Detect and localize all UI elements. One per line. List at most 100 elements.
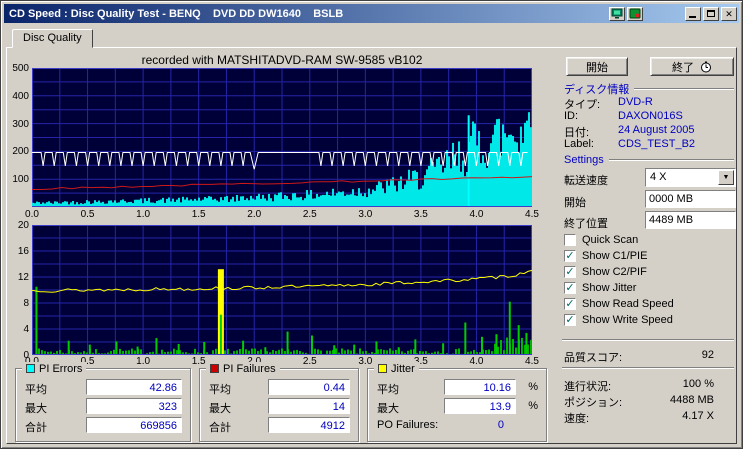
- checkbox-box[interactable]: ✓: [564, 266, 576, 278]
- row-label: PO Failures:: [377, 419, 439, 431]
- disc-type-value: DVD-R: [618, 96, 653, 108]
- pi-errors-y-axis: 500 400 300 200 100: [3, 63, 29, 207]
- title-bar[interactable]: CD Speed : Disc Quality Test - BENQ DVD …: [4, 4, 739, 23]
- tick-label: 3.5: [413, 209, 428, 220]
- row-label: 最大: [377, 403, 399, 415]
- checkbox-box[interactable]: ✓: [564, 298, 576, 310]
- close-icon: ✕: [725, 8, 733, 19]
- tick-label: 4.0: [469, 209, 484, 220]
- pi-errors-swatch: [26, 364, 35, 373]
- jitter-max-value: 13.9: [444, 398, 516, 414]
- start-position-input[interactable]: [645, 190, 736, 208]
- speed-select[interactable]: 4 X ▼: [645, 168, 736, 187]
- pif-jitter-x-axis: 0.00.51.01.52.02.53.03.54.04.5: [25, 356, 542, 368]
- checkbox-quick-scan[interactable]: Quick Scan: [564, 233, 638, 247]
- tick-label: 4.5: [525, 209, 539, 220]
- tick-label: 2.5: [302, 209, 317, 220]
- pi-errors-total-value: 669856: [86, 417, 182, 433]
- tick-label: 400: [12, 90, 29, 102]
- quality-score-value: 92: [701, 349, 714, 361]
- recorded-with-text: recorded with MATSHITADVD-RAM SW-9585 vB…: [141, 53, 423, 67]
- tick-label: 3.0: [358, 209, 373, 220]
- row-label: 最大: [209, 403, 231, 415]
- jitter-average-value: 10.16: [444, 379, 516, 395]
- exit-button[interactable]: 終了: [650, 57, 734, 76]
- clock-icon: [700, 61, 712, 73]
- jitter-panel: Jitter 平均 10.16 % 最大 13.9 % PO Failures:…: [367, 362, 547, 442]
- checkbox-box[interactable]: [564, 234, 576, 246]
- checkbox-box[interactable]: ✓: [564, 250, 576, 262]
- titlebar-spacer: [643, 13, 683, 14]
- checkbox-box[interactable]: ✓: [564, 282, 576, 294]
- pif-jitter-chart: [31, 224, 533, 356]
- close-button[interactable]: ✕: [721, 6, 737, 21]
- progress-value: 100 %: [682, 378, 714, 390]
- maximize-button[interactable]: [703, 6, 719, 21]
- row-label: 合計: [25, 422, 47, 434]
- position-value: 4488 MB: [669, 394, 714, 406]
- checkbox-show-c1-pie[interactable]: ✓ Show C1/PIE: [564, 249, 647, 263]
- speed-value: 4 X: [650, 171, 667, 183]
- jitter-swatch: [378, 364, 387, 373]
- disc-label-value: CDS_TEST_B2: [618, 138, 696, 150]
- start-button[interactable]: 開始: [566, 57, 628, 76]
- pi-errors-panel: PI Errors 平均 42.86 最大 323 合計 669856: [15, 362, 191, 442]
- panel-title: Jitter: [391, 362, 415, 375]
- disc-info-header: ディスク情報: [564, 81, 734, 97]
- row-label: 平均: [209, 384, 231, 396]
- row-label: 合計: [209, 422, 231, 434]
- app-window: CD Speed : Disc Quality Test - BENQ DVD …: [0, 0, 743, 449]
- row-label: 平均: [377, 384, 399, 396]
- pi-failures-average-value: 0.44: [268, 379, 350, 395]
- row-label: 平均: [25, 384, 47, 396]
- tick-label: 1.0: [136, 209, 151, 220]
- quality-score-label: 品質スコア:: [564, 352, 623, 364]
- divider: [634, 88, 734, 90]
- start-position-label: 開始: [564, 197, 586, 209]
- tick-label: 500: [12, 63, 29, 74]
- row-label: 最大: [25, 403, 47, 415]
- window-title: CD Speed : Disc Quality Test - BENQ DVD …: [9, 7, 344, 20]
- tick-label: 4.0: [469, 356, 484, 367]
- tick-label: 12: [17, 272, 29, 283]
- tab-label: Disc Quality: [23, 32, 82, 44]
- checkbox-show-jitter[interactable]: ✓ Show Jitter: [564, 281, 636, 295]
- checkbox-show-read-speed[interactable]: ✓ Show Read Speed: [564, 297, 674, 311]
- position-label: ポジション:: [564, 397, 623, 409]
- disc-record-icon[interactable]: [627, 6, 643, 21]
- divider: [562, 367, 734, 369]
- tick-label: 4: [23, 324, 29, 335]
- pif-jitter-y-axis: 20 16 12 8 4 0: [3, 220, 29, 361]
- tick-label: 4.5: [525, 356, 539, 367]
- percent-unit: %: [528, 381, 538, 393]
- panel-title: PI Failures: [223, 362, 276, 375]
- divider: [608, 159, 734, 161]
- minimize-icon: [689, 15, 696, 18]
- pi-failures-max-value: 14: [268, 398, 350, 414]
- disc-label-label: Label:: [564, 138, 594, 150]
- panel-title: PI Errors: [39, 362, 83, 375]
- pi-errors-max-value: 323: [86, 398, 182, 414]
- pi-failures-swatch: [210, 364, 219, 373]
- po-failures-value: 0: [497, 419, 504, 431]
- disc-date-value: 24 August 2005: [618, 124, 695, 136]
- checkbox-show-write-speed[interactable]: ✓ Show Write Speed: [564, 313, 673, 327]
- progress-label: 進行状況:: [564, 381, 612, 393]
- end-position-input[interactable]: [645, 211, 736, 229]
- checkbox-show-c2-pif[interactable]: ✓ Show C2/PIF: [564, 265, 647, 279]
- tick-label: 16: [17, 246, 29, 257]
- tick-label: 2.5: [302, 356, 317, 367]
- tick-label: 8: [23, 298, 29, 309]
- tick-label: 1.0: [136, 356, 151, 367]
- settings-header: Settings: [564, 154, 734, 166]
- monitor-icon[interactable]: [609, 6, 625, 21]
- tick-label: 20: [17, 220, 29, 231]
- tick-label: 200: [12, 146, 29, 158]
- checkbox-box[interactable]: ✓: [564, 314, 576, 326]
- speed-status-value: 4.17 X: [682, 410, 714, 422]
- pi-errors-average-value: 42.86: [86, 379, 182, 395]
- tab-disc-quality[interactable]: Disc Quality: [12, 29, 93, 48]
- minimize-button[interactable]: [685, 6, 701, 21]
- speed-status-label: 速度:: [564, 413, 590, 425]
- chevron-down-icon[interactable]: ▼: [718, 170, 734, 185]
